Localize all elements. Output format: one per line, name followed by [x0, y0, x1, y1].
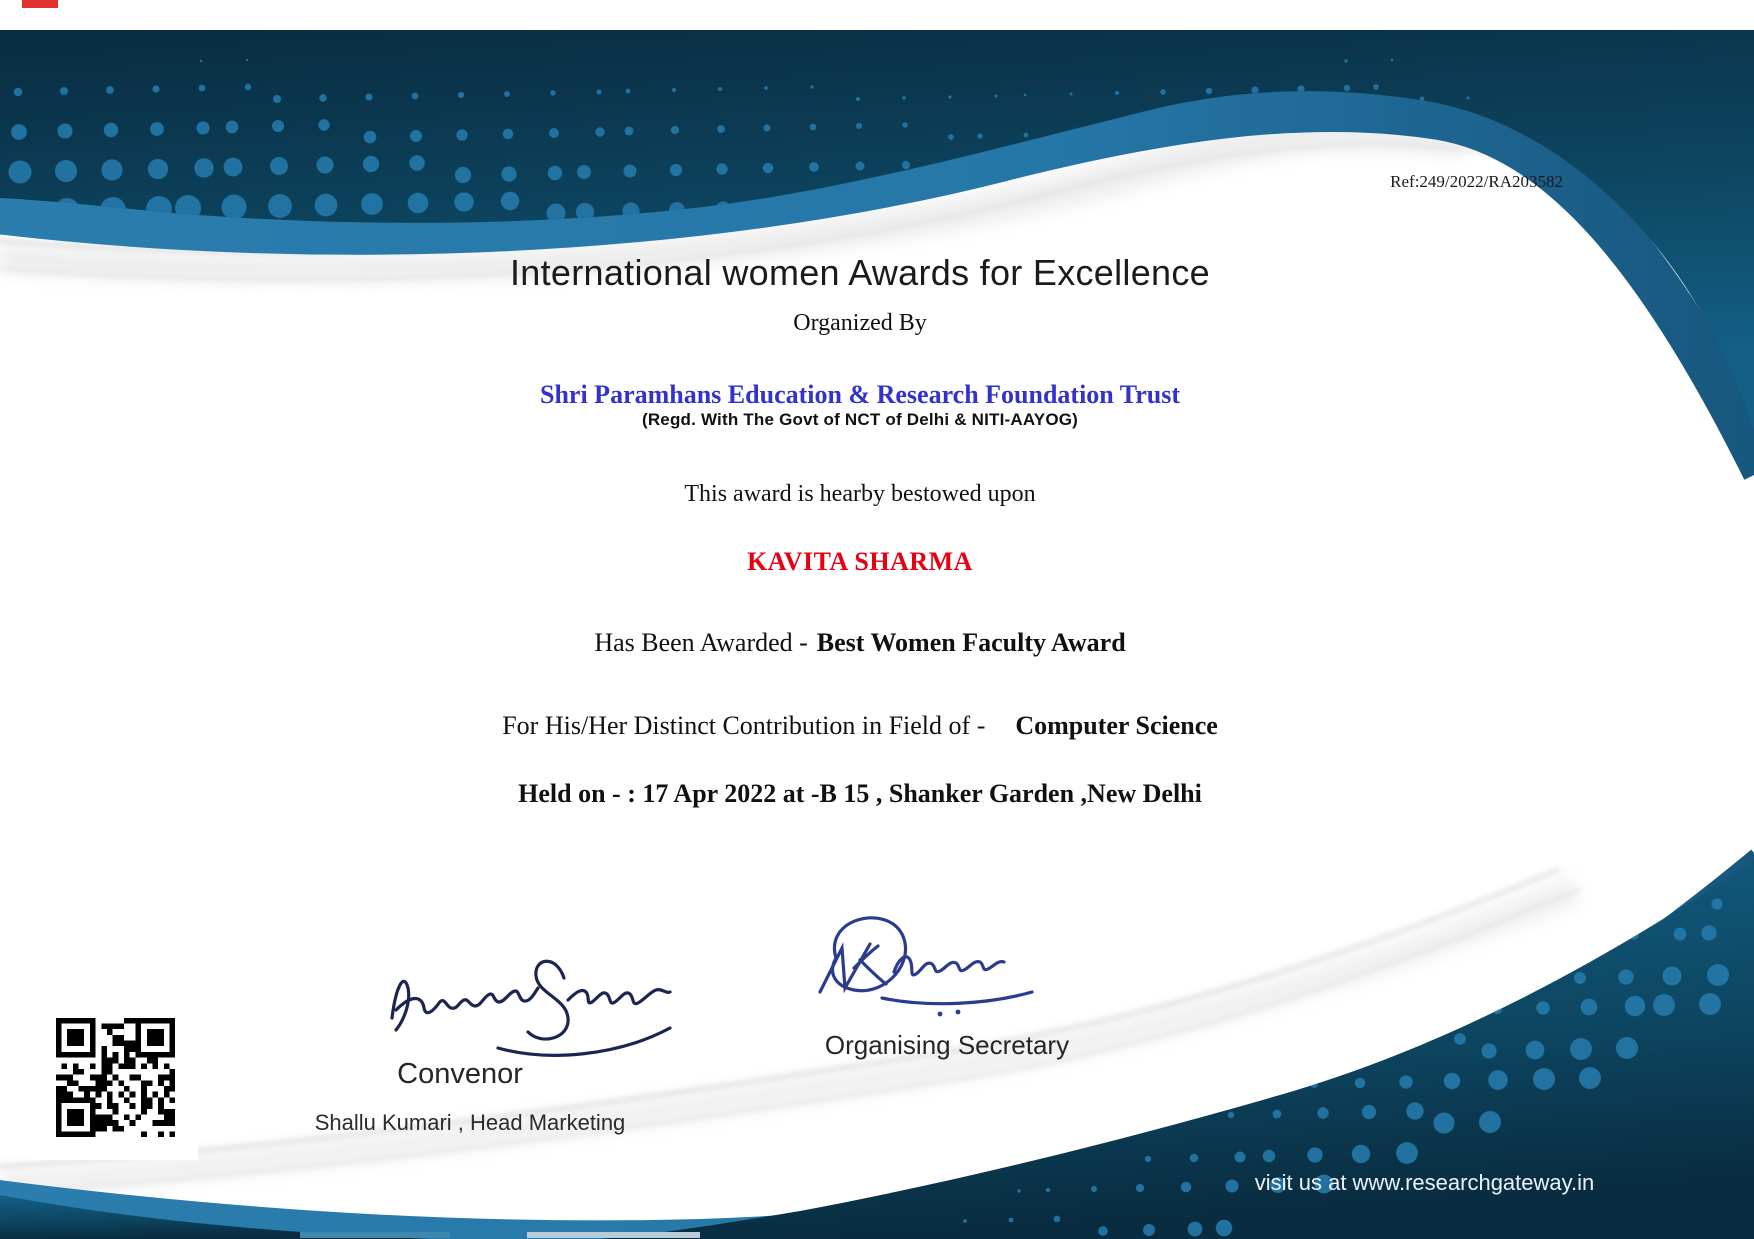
halftone-dots [8, 59, 1471, 225]
award-line: Has Been Awarded - Best Women Faculty Awa… [0, 628, 1720, 658]
certificate-title: International women Awards for Excellenc… [0, 252, 1720, 294]
event-line: Held on - : 17 Apr 2022 at -B 15 , Shank… [0, 779, 1720, 809]
organized-by-label: Organized By [0, 310, 1720, 337]
certificate: Ref:249/2022/RA203582 International wome… [0, 0, 1754, 1239]
ref-number: Ref:249/2022/RA203582 [1390, 172, 1563, 192]
bestowed-line: This award is hearby bestowed upon [0, 481, 1720, 508]
field-line-prefix: For His/Her Distinct Contribution in Fie… [502, 711, 985, 740]
secretary-signature-icon [790, 900, 1065, 1025]
convenor-title: Convenor [330, 1058, 590, 1091]
award-line-prefix: Has Been Awarded - [594, 628, 807, 657]
convenor-name: Shallu Kumari , Head Marketing [270, 1110, 670, 1136]
bottom-bar-left [300, 1232, 450, 1238]
field-value: Computer Science [1015, 711, 1217, 740]
qr-code [33, 995, 198, 1160]
organization-name: Shri Paramhans Education & Research Foun… [0, 380, 1720, 410]
recipient-name: KAVITA SHARMA [0, 547, 1720, 577]
bottom-bar-right [527, 1232, 700, 1238]
award-name: Best Women Faculty Award [817, 628, 1126, 657]
secretary-title: Organising Secretary [812, 1030, 1082, 1061]
red-corner-mark [22, 0, 58, 8]
registration-line: (Regd. With The Govt of NCT of Delhi & N… [0, 410, 1720, 430]
website-link: visit us at www.researchgateway.in [1252, 1170, 1597, 1196]
field-line: For His/Her Distinct Contribution in Fie… [0, 711, 1720, 741]
